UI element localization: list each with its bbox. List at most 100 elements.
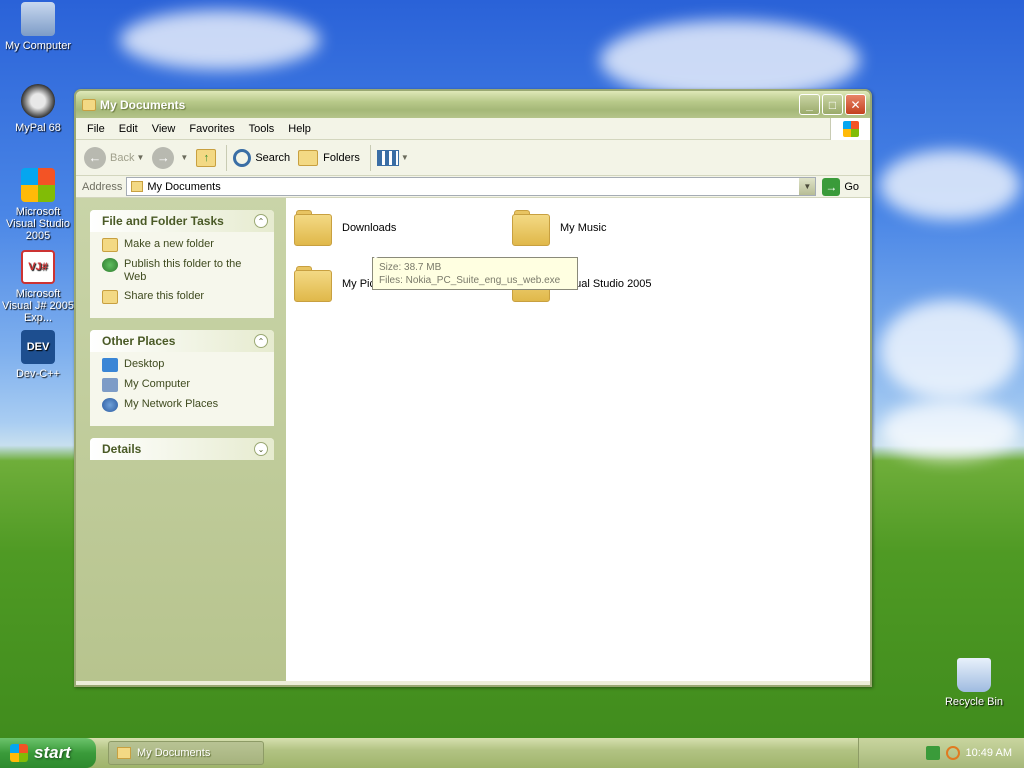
computer-icon (21, 2, 55, 36)
title-bar[interactable]: My Documents _ □ ✕ (76, 91, 870, 118)
views-button[interactable]: ▼ (376, 149, 409, 166)
chevron-down-icon: ▼ (136, 153, 145, 162)
clock[interactable]: 10:49 AM (966, 747, 1012, 759)
taskbar: start My Documents ? ▾ 10:49 AM (0, 738, 1024, 768)
forward-button[interactable]: → ▼ (152, 146, 188, 169)
collapse-icon[interactable]: ⌃ (254, 334, 268, 348)
network-tray-icon[interactable] (925, 746, 940, 760)
folder-downloads[interactable]: Downloads (294, 210, 396, 246)
start-label: start (34, 743, 71, 762)
tooltip-size: Size: 38.7 MB (379, 262, 442, 273)
desktop-icon (102, 358, 118, 372)
folder-info-tooltip: Size: 38.7 MB Files: Nokia_PC_Suite_eng_… (372, 257, 578, 290)
recycle-bin-icon (957, 658, 991, 692)
desktop-icon-label: Dev-C++ (15, 368, 61, 380)
tooltip-files: Files: Nokia_PC_Suite_eng_us_web.exe (379, 275, 561, 286)
folders-icon (298, 149, 319, 166)
file-folder-tasks-panel: File and Folder Tasks ⌃ Make a new folde… (90, 210, 274, 318)
panel-title: File and Folder Tasks (102, 214, 224, 228)
windows-logo-icon (830, 118, 870, 140)
menu-view[interactable]: View (145, 123, 183, 135)
desktop-icon-vj[interactable]: VJ# Microsoft Visual J# 2005 Exp... (0, 250, 76, 324)
place-label: Desktop (124, 358, 165, 370)
back-label: Back (110, 151, 135, 164)
taskbar-item-label: My Documents (137, 747, 211, 759)
forward-arrow-icon: → (152, 146, 175, 169)
panel-header[interactable]: Details ⌄ (90, 438, 274, 460)
place-desktop[interactable]: Desktop (102, 358, 266, 372)
panel-header[interactable]: Other Places ⌃ (90, 330, 274, 352)
globe-icon (102, 258, 118, 272)
window-title: My Documents (100, 97, 186, 112)
desktop-icon-my-computer[interactable]: My Computer (0, 2, 76, 52)
close-button[interactable]: ✕ (845, 94, 866, 115)
start-button[interactable]: start (0, 738, 96, 768)
desktop-icon-label: Recycle Bin (944, 696, 1004, 708)
address-input[interactable]: My Documents ▼ (126, 177, 817, 196)
search-tray-icon[interactable] (945, 746, 960, 760)
folders-button[interactable]: Folders (298, 149, 360, 166)
desktop-icon-label: MyPal 68 (15, 122, 61, 134)
new-folder-icon (102, 238, 118, 252)
menu-file[interactable]: File (80, 123, 112, 135)
folder-icon (131, 181, 144, 192)
menu-tools[interactable]: Tools (242, 123, 282, 135)
explorer-window: My Documents _ □ ✕ File Edit View Favori… (74, 89, 872, 687)
task-share-folder[interactable]: Share this folder (102, 290, 266, 304)
menu-help[interactable]: Help (281, 123, 318, 135)
panel-body: Desktop My Computer My Network Places (90, 352, 274, 426)
search-button[interactable]: Search (233, 148, 291, 167)
taskbar-item-my-documents[interactable]: My Documents (108, 741, 264, 765)
expand-icon[interactable]: ⌄ (254, 442, 268, 456)
chevron-down-icon[interactable]: ▼ (799, 178, 816, 195)
search-label: Search (255, 151, 291, 164)
details-panel: Details ⌄ (90, 438, 274, 460)
system-tray: 10:49 AM (858, 738, 1024, 768)
place-label: My Computer (124, 378, 191, 390)
views-icon (376, 149, 399, 166)
windows-logo-icon (10, 744, 28, 762)
vj-icon: VJ# (21, 250, 55, 284)
toolbar-separator (226, 144, 228, 171)
collapse-icon[interactable]: ⌃ (254, 214, 268, 228)
desktop-icon-devcpp[interactable]: DEV Dev-C++ (0, 330, 76, 380)
task-label: Make a new folder (124, 238, 214, 250)
back-button[interactable]: ← Back ▼ (84, 146, 145, 169)
menu-bar: File Edit View Favorites Tools Help (76, 118, 870, 140)
desktop-icon-mypal[interactable]: MyPal 68 (0, 84, 76, 134)
desktop-icon-label: My Computer (4, 40, 72, 52)
place-label: My Network Places (124, 398, 219, 410)
menu-edit[interactable]: Edit (112, 123, 145, 135)
go-button[interactable]: → Go (822, 177, 860, 196)
panel-header[interactable]: File and Folder Tasks ⌃ (90, 210, 274, 232)
up-folder-icon: ↑ (196, 148, 217, 167)
visual-studio-icon (21, 168, 55, 202)
maximize-button[interactable]: □ (822, 94, 843, 115)
minimize-button[interactable]: _ (799, 94, 820, 115)
dev-cpp-icon: DEV (21, 330, 55, 364)
task-pane: File and Folder Tasks ⌃ Make a new folde… (76, 198, 286, 681)
panel-body: Make a new folder Publish this folder to… (90, 232, 274, 318)
task-make-new-folder[interactable]: Make a new folder (102, 238, 266, 252)
desktop-icon-visual-studio[interactable]: Microsoft Visual Studio 2005 (0, 168, 76, 242)
place-network[interactable]: My Network Places (102, 398, 266, 412)
folder-icon (294, 210, 334, 246)
task-publish-folder[interactable]: Publish this folder to the Web (102, 258, 266, 284)
go-label: Go (844, 180, 860, 193)
music-folder-icon (512, 210, 552, 246)
address-label: Address (82, 180, 123, 193)
desktop-icon-recycle-bin[interactable]: Recycle Bin (936, 658, 1012, 708)
panel-title: Details (102, 442, 142, 456)
share-folder-icon (102, 290, 118, 304)
folders-label: Folders (323, 151, 360, 164)
desktop-icon-label: Microsoft Visual J# 2005 Exp... (2, 288, 74, 324)
task-label: Publish this folder to the Web (124, 258, 242, 283)
go-arrow-icon: → (822, 177, 841, 196)
place-my-computer[interactable]: My Computer (102, 378, 266, 392)
folder-icon (117, 747, 131, 759)
toolbar-separator (369, 144, 371, 171)
search-icon (233, 148, 252, 167)
up-button[interactable]: ↑ (196, 148, 217, 167)
folder-my-music[interactable]: My Music (512, 210, 606, 246)
menu-favorites[interactable]: Favorites (182, 123, 241, 135)
